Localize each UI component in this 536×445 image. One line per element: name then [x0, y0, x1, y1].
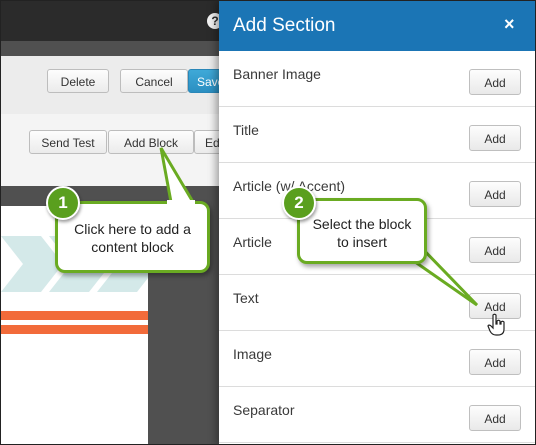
section-label: Text — [233, 290, 259, 306]
section-label: Separator — [233, 402, 295, 418]
section-row: Title Add — [219, 107, 535, 163]
panel-title: Add Section — [233, 15, 336, 36]
section-label: Title — [233, 122, 259, 138]
section-label: Article — [233, 234, 272, 250]
section-row: Image Add — [219, 331, 535, 387]
app-window: ? Delete Cancel Save Send Test Add Block… — [0, 0, 536, 445]
add-image-button[interactable]: Add — [469, 349, 521, 375]
add-separator-button[interactable]: Add — [469, 405, 521, 431]
accent-stripe — [1, 325, 148, 334]
section-row: Separator Add — [219, 387, 535, 443]
callout-text: Click here to add a content block — [74, 221, 191, 255]
add-article-accent-button[interactable]: Add — [469, 181, 521, 207]
callout-select-block: Select the block to insert — [297, 198, 427, 264]
delete-button[interactable]: Delete — [47, 69, 109, 93]
cancel-button[interactable]: Cancel — [120, 69, 188, 93]
step-badge: 2 — [282, 186, 316, 220]
section-label: Banner Image — [233, 66, 321, 82]
callout-pointer — [159, 147, 196, 206]
hand-cursor-icon — [487, 313, 505, 336]
editor-toolbar: Delete Cancel Save — [1, 56, 248, 115]
close-icon[interactable]: × — [504, 14, 515, 35]
section-row: Banner Image Add — [219, 51, 535, 107]
callout-text: Select the block to insert — [312, 216, 412, 250]
send-test-button[interactable]: Send Test — [29, 130, 107, 154]
callout-add-block: Click here to add a content block — [55, 201, 210, 273]
step-badge: 1 — [46, 186, 80, 220]
add-banner-image-button[interactable]: Add — [469, 69, 521, 95]
accent-stripe — [1, 311, 148, 320]
panel-header: Add Section × — [219, 1, 535, 51]
section-label: Image — [233, 346, 272, 362]
add-title-button[interactable]: Add — [469, 125, 521, 151]
